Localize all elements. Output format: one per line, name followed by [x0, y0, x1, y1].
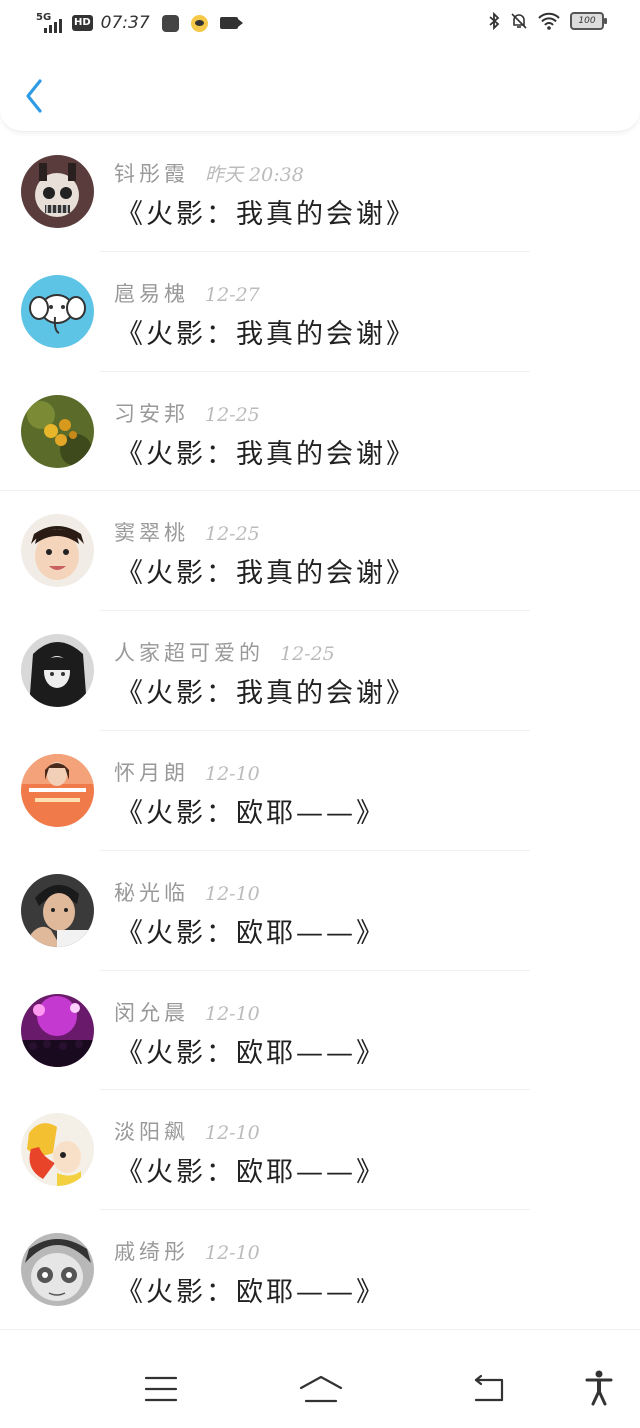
avatar[interactable] [21, 753, 94, 827]
accessibility-button[interactable] [584, 1370, 614, 1410]
message-time: 12-10 [205, 762, 260, 785]
top-navigation-bar [0, 48, 640, 132]
app-notification-icon [161, 14, 179, 32]
wifi-icon [538, 12, 560, 30]
chevron-left-icon [26, 79, 42, 113]
home-button[interactable] [298, 1374, 344, 1408]
sender-name: 钭彤霞 [114, 162, 189, 186]
message-text: 《火影：我真的会谢》 [116, 558, 416, 590]
avatar[interactable] [21, 1233, 94, 1307]
divider [0, 1328, 640, 1330]
message-item[interactable]: 闵允晨 12-10 《火影：欧耶——》 [0, 971, 640, 1091]
avatar[interactable] [21, 993, 94, 1067]
sender-name: 窦翠桃 [114, 521, 189, 546]
home-icon [299, 1375, 343, 1403]
sender-name: 扈易槐 [114, 281, 189, 306]
message-text: 《火影：我真的会谢》 [116, 318, 416, 350]
message-list: 钭彤霞 昨天 20:38 《火影：我真的会谢》 扈易槐 12-27 《火影：我真的会… [0, 132, 640, 1330]
cellular-signal-icon: 5G [36, 12, 66, 34]
battery-level: 100 [578, 16, 596, 26]
message-text: 《火影：欧耶——》 [116, 1277, 386, 1309]
sender-name: 闵允晨 [114, 1000, 189, 1025]
sender-name: 习安邦 [114, 401, 189, 426]
system-navigation-bar [0, 1352, 640, 1428]
back-icon [474, 1374, 504, 1402]
message-item[interactable]: 秘光临 12-10 《火影：欧耶——》 [0, 851, 640, 971]
message-item[interactable]: 扈易槐 12-27 《火影：我真的会谢》 [0, 252, 640, 372]
avatar[interactable] [21, 274, 94, 348]
avatar[interactable] [21, 873, 94, 947]
message-time: 12-25 [280, 643, 335, 666]
sender-name: 戚绮彤 [114, 1240, 189, 1265]
message-text: 《火影：我真的会谢》 [116, 199, 416, 230]
sender-name: 秘光临 [114, 880, 189, 905]
message-time: 昨天 20:38 [205, 164, 304, 186]
status-time: 07:37 [100, 13, 150, 33]
sender-name: 人家超可爱的 [114, 641, 264, 666]
accessibility-icon [585, 1370, 613, 1406]
message-text: 《火影：欧耶——》 [116, 797, 386, 829]
message-text: 《火影：我真的会谢》 [116, 678, 416, 710]
message-text: 《火影：我真的会谢》 [116, 438, 416, 470]
message-time: 12-10 [205, 1002, 260, 1025]
sender-name: 淡阳飙 [114, 1120, 189, 1145]
message-item[interactable]: 习安邦 12-25 《火影：我真的会谢》 [0, 372, 640, 492]
avatar[interactable] [21, 394, 94, 468]
status-bar: 5G HD 07:37 100 [0, 0, 640, 48]
video-notification-icon [219, 17, 243, 29]
avatar[interactable] [21, 514, 94, 588]
menu-icon [144, 1376, 178, 1402]
message-time: 12-25 [205, 403, 260, 426]
avatar[interactable] [21, 1113, 94, 1187]
back-button[interactable] [20, 76, 50, 116]
menu-button[interactable] [144, 1374, 178, 1408]
message-time: 12-10 [205, 1242, 260, 1265]
sender-name: 怀月朗 [114, 760, 189, 785]
message-item[interactable]: 钭彤霞 昨天 20:38 《火影：我真的会谢》 [0, 132, 640, 252]
message-time: 12-10 [205, 882, 260, 905]
message-time: 12-25 [205, 523, 260, 546]
message-text: 《火影：欧耶——》 [116, 917, 386, 949]
message-item[interactable]: 怀月朗 12-10 《火影：欧耶——》 [0, 731, 640, 851]
message-time: 12-10 [205, 1122, 260, 1145]
bluetooth-icon [488, 12, 500, 30]
back-nav-button[interactable] [470, 1374, 506, 1408]
message-item[interactable]: 戚绮彤 12-10 《火影：欧耶——》 [0, 1210, 640, 1330]
avatar[interactable] [21, 155, 94, 228]
mute-bell-icon [510, 12, 528, 30]
message-text: 《火影：欧耶——》 [116, 1157, 386, 1189]
message-item[interactable]: 人家超可爱的 12-25 《火影：我真的会谢》 [0, 611, 640, 731]
battery-icon: 100 [570, 12, 607, 30]
message-item[interactable]: 窦翠桃 12-25 《火影：我真的会谢》 [0, 491, 640, 612]
message-text: 《火影：欧耶——》 [116, 1037, 386, 1069]
qq-notification-icon [190, 14, 208, 32]
message-item[interactable]: 淡阳飙 12-10 《火影：欧耶——》 [0, 1090, 640, 1211]
avatar[interactable] [21, 634, 94, 708]
message-time: 12-27 [205, 283, 260, 306]
hd-badge: HD [72, 15, 93, 31]
